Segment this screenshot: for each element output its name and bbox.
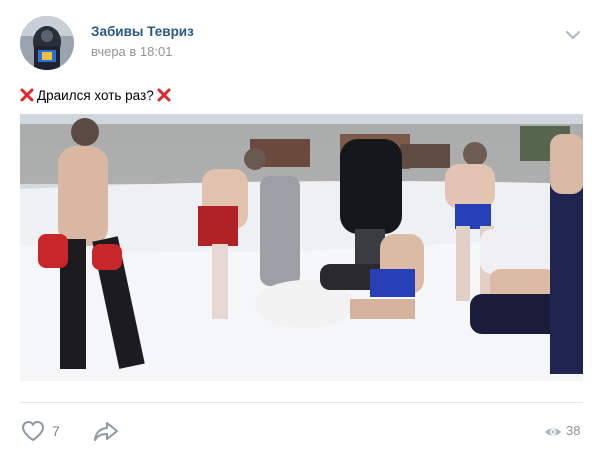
likes-count[interactable]: 7 bbox=[52, 423, 60, 439]
author-avatar[interactable] bbox=[20, 16, 74, 70]
eye-icon bbox=[545, 428, 561, 436]
post-card: Забивы Тевриз вчера в 18:01 Драился хоть… bbox=[0, 0, 603, 460]
post-time[interactable]: вчера в 18:01 bbox=[91, 44, 172, 59]
chevron-down-icon[interactable] bbox=[562, 24, 584, 46]
cross-mark-icon bbox=[20, 88, 34, 102]
post-text: Драился хоть раз? bbox=[37, 87, 154, 103]
post-text-line: Драился хоть раз? bbox=[20, 86, 171, 104]
share-arrow-icon[interactable] bbox=[92, 419, 120, 443]
heart-icon[interactable] bbox=[20, 419, 46, 443]
divider bbox=[20, 402, 583, 403]
avatar-image bbox=[20, 16, 74, 70]
post-photo[interactable] bbox=[20, 114, 583, 381]
fight-photo bbox=[20, 114, 583, 381]
cross-mark-icon bbox=[157, 88, 171, 102]
views-count: 38 bbox=[566, 423, 581, 438]
author-name[interactable]: Забивы Тевриз bbox=[91, 24, 194, 39]
